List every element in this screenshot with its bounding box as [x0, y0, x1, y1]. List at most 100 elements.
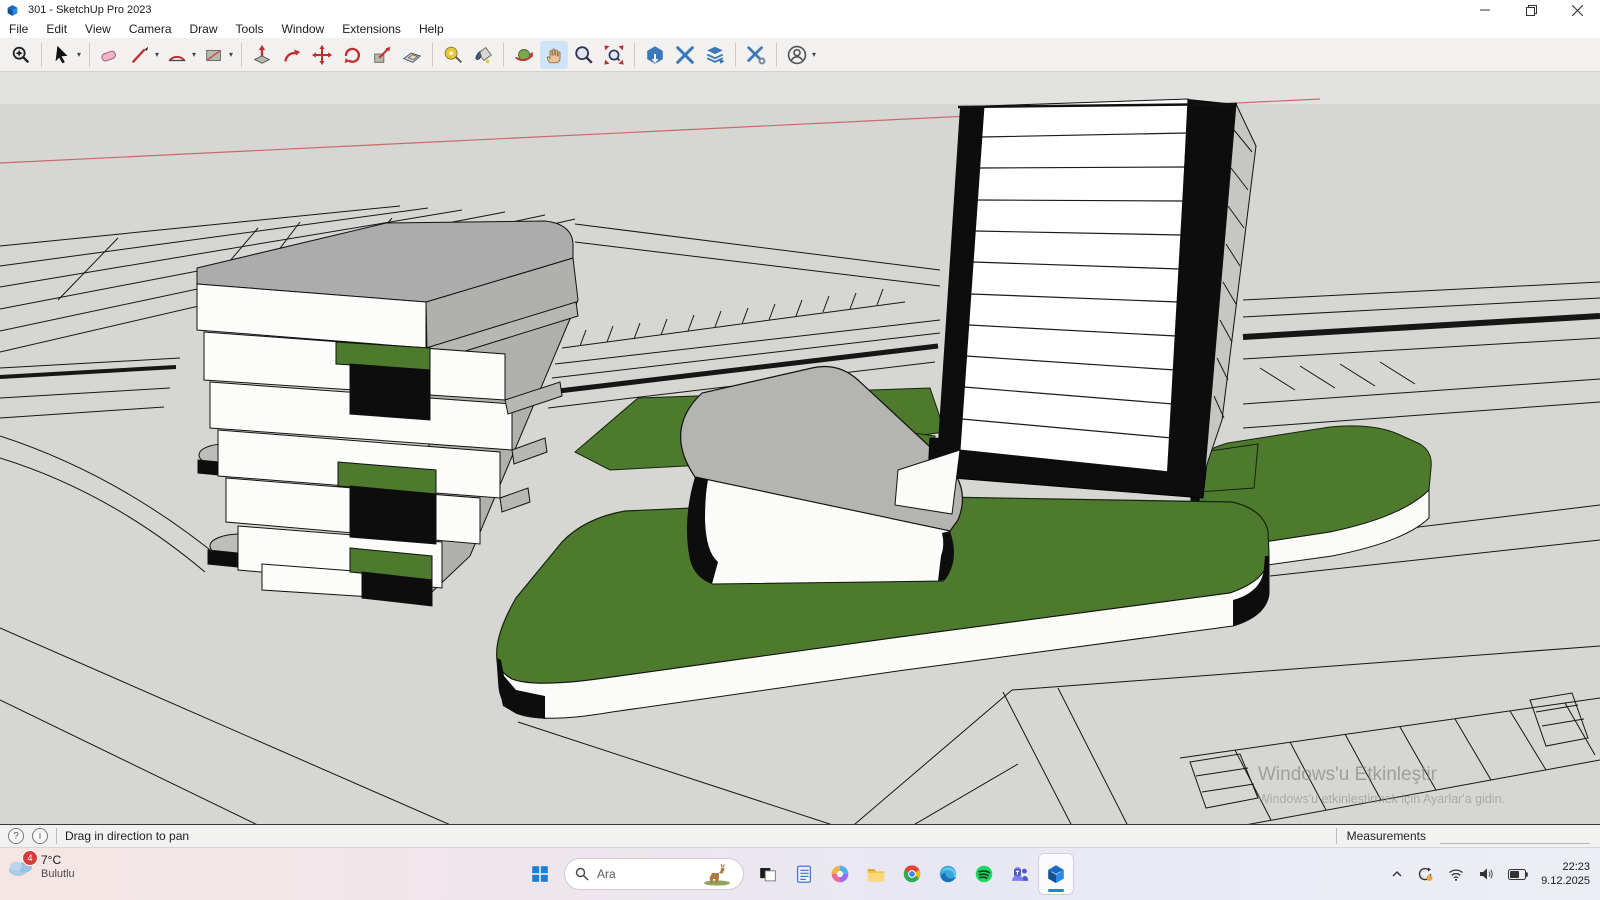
- minimize-button[interactable]: [1462, 0, 1508, 20]
- sketchup-window: 301 - SketchUp Pro 2023 FileEditViewCame…: [0, 0, 1600, 900]
- follow-me-tool-button[interactable]: [278, 41, 306, 69]
- taskbar-sketchup-button[interactable]: [1039, 854, 1073, 894]
- scale-tool-button[interactable]: [368, 41, 396, 69]
- extension-warehouse-button[interactable]: [671, 41, 699, 69]
- toolbar-separator: [41, 43, 42, 67]
- teams-icon: [1009, 863, 1031, 885]
- select-tool-button[interactable]: [48, 41, 76, 69]
- weather-condition: Bulutlu: [41, 868, 75, 882]
- explorer-icon: [865, 863, 887, 885]
- update-sync-icon[interactable]: [1417, 866, 1434, 882]
- extension-warehouse-icon: [674, 44, 696, 66]
- menu-help[interactable]: Help: [410, 21, 453, 37]
- paint-bucket-tool-button[interactable]: [469, 41, 497, 69]
- arc-tool-icon: [166, 44, 188, 66]
- info-icon[interactable]: i: [32, 828, 48, 844]
- battery-icon[interactable]: [1508, 869, 1528, 880]
- help-icon[interactable]: ?: [8, 828, 24, 844]
- rectangle-tool-button[interactable]: [200, 41, 228, 69]
- toolbar-separator: [241, 43, 242, 67]
- window-title: 301 - SketchUp Pro 2023: [28, 4, 152, 16]
- warehouse-3d-button[interactable]: [641, 41, 669, 69]
- rotate-tool-button[interactable]: [338, 41, 366, 69]
- offset-tool-button[interactable]: [398, 41, 426, 69]
- rotate-tool-icon: [341, 44, 363, 66]
- close-button[interactable]: [1554, 0, 1600, 20]
- toolbar-separator: [776, 43, 777, 67]
- taskbar: 4 7°C Bulutlu Ara: [0, 847, 1600, 900]
- menu-edit[interactable]: Edit: [37, 21, 76, 37]
- zoom-tool-button[interactable]: [570, 41, 598, 69]
- menu-extensions[interactable]: Extensions: [333, 21, 410, 37]
- tray-chevron-icon[interactable]: [1391, 869, 1403, 879]
- volume-icon[interactable]: [1478, 867, 1494, 881]
- taskbar-spotify-button[interactable]: [967, 854, 1001, 894]
- eraser-tool-icon: [99, 44, 121, 66]
- search-placeholder: Ara: [597, 867, 616, 881]
- account-icon: [786, 44, 808, 66]
- toolbar-separator: [735, 43, 736, 67]
- extension-manager-button[interactable]: [742, 41, 770, 69]
- notepad-icon: [793, 863, 815, 885]
- pan-tool-button[interactable]: [540, 41, 568, 69]
- weather-temperature: 7°C: [41, 853, 75, 868]
- push-pull-tool-icon: [251, 44, 273, 66]
- taskbar-notepad-button[interactable]: [787, 854, 821, 894]
- start-button[interactable]: [523, 854, 557, 894]
- zoom-extents-tool-icon: [603, 44, 625, 66]
- measurements-input[interactable]: [1440, 829, 1590, 844]
- taskbar-search[interactable]: Ara: [564, 858, 744, 890]
- account-button[interactable]: [783, 41, 811, 69]
- follow-me-tool-icon: [281, 44, 303, 66]
- move-tool-button[interactable]: [308, 41, 336, 69]
- start-icon: [529, 863, 551, 885]
- tape-measure-tool-button[interactable]: [439, 41, 467, 69]
- eraser-tool-button[interactable]: [96, 41, 124, 69]
- measurements-separator: [1336, 828, 1337, 844]
- account-dropdown-caret[interactable]: ▾: [812, 50, 819, 59]
- watermark-subtitle: Windows'u etkinleştirmek için Ayarlar'a …: [1258, 792, 1505, 806]
- menu-tools[interactable]: Tools: [227, 21, 273, 37]
- select-tool-dropdown-caret[interactable]: ▾: [77, 50, 84, 59]
- zoom-extents-tool-button[interactable]: [600, 41, 628, 69]
- rectangle-tool-dropdown-caret[interactable]: ▾: [229, 50, 236, 59]
- extension-manager-icon: [745, 44, 767, 66]
- line-tool-icon: [129, 44, 151, 66]
- minimize-icon: [1480, 5, 1490, 15]
- menu-view[interactable]: View: [76, 21, 120, 37]
- sketchup-icon: [1045, 863, 1067, 885]
- weather-alert-badge: 4: [22, 850, 38, 866]
- toolbar: ▾ ▾ ▾ ▾ ▾: [0, 38, 1600, 72]
- push-pull-tool-button[interactable]: [248, 41, 276, 69]
- menu-window[interactable]: Window: [273, 21, 334, 37]
- arc-tool-dropdown-caret[interactable]: ▾: [192, 50, 199, 59]
- wifi-icon[interactable]: [1448, 868, 1464, 881]
- taskbar-explorer-button[interactable]: [859, 854, 893, 894]
- title-bar: 301 - SketchUp Pro 2023: [0, 0, 1600, 20]
- windows-activation-watermark: Windows'u Etkinleştir Windows'u etkinleş…: [1258, 764, 1505, 806]
- taskbar-copilot-button[interactable]: [823, 854, 857, 894]
- taskbar-chrome-button[interactable]: [895, 854, 929, 894]
- line-tool-dropdown-caret[interactable]: ▾: [155, 50, 162, 59]
- taskbar-taskview-button[interactable]: [751, 854, 785, 894]
- arc-tool-button[interactable]: [163, 41, 191, 69]
- orbit-tool-button[interactable]: [510, 41, 538, 69]
- taskbar-teams-button[interactable]: [1003, 854, 1037, 894]
- menu-file[interactable]: File: [0, 21, 37, 37]
- zoom-window-tool-button[interactable]: [7, 41, 35, 69]
- toolbar-separator: [503, 43, 504, 67]
- toolbar-separator: [634, 43, 635, 67]
- 3d-viewport[interactable]: Windows'u Etkinleştir Windows'u etkinleş…: [0, 72, 1600, 825]
- clock[interactable]: 22:23 9.12.2025: [1541, 860, 1590, 889]
- copilot-icon: [829, 863, 851, 885]
- weather-widget[interactable]: 4 7°C Bulutlu: [6, 853, 75, 884]
- taskbar-edge-button[interactable]: [931, 854, 965, 894]
- menu-camera[interactable]: Camera: [120, 21, 181, 37]
- search-highlight-image: [699, 862, 735, 886]
- line-tool-button[interactable]: [126, 41, 154, 69]
- status-hint: Drag in direction to pan: [65, 829, 189, 843]
- rectangle-tool-icon: [203, 44, 225, 66]
- maximize-button[interactable]: [1508, 0, 1554, 20]
- shared-components-button[interactable]: [701, 41, 729, 69]
- menu-draw[interactable]: Draw: [181, 21, 227, 37]
